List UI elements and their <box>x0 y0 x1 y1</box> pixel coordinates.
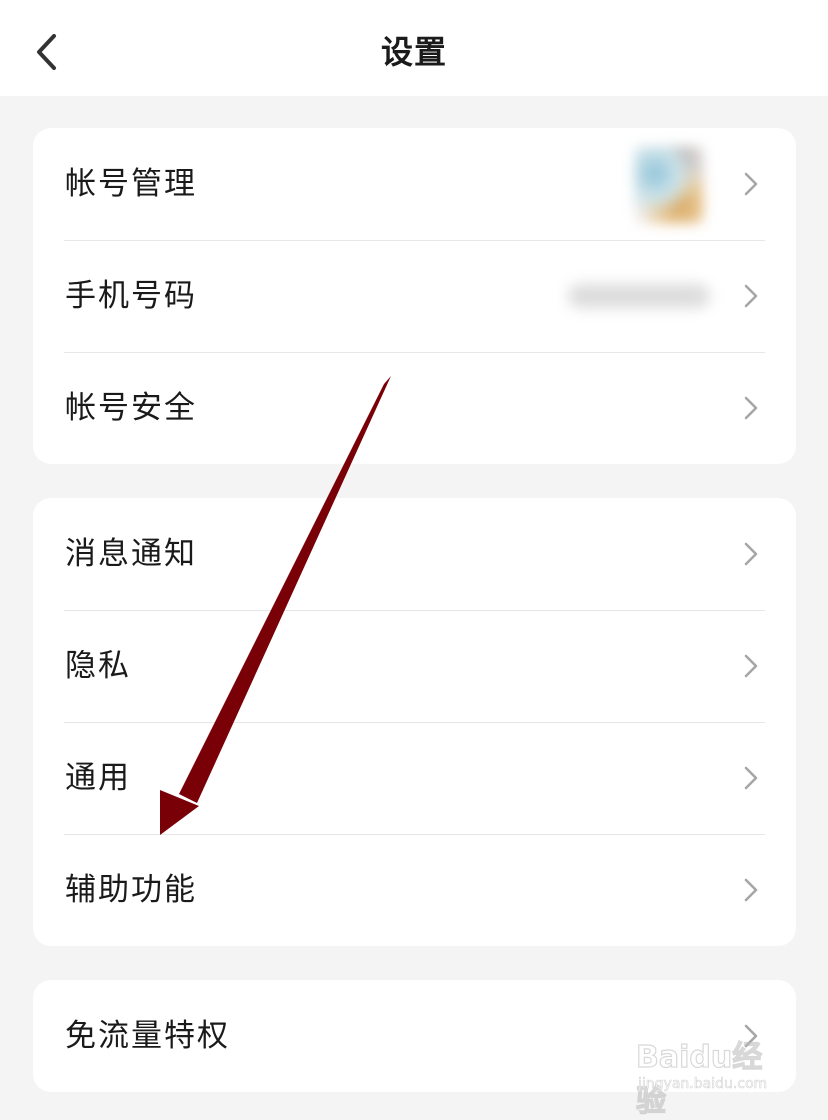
menu-item-label: 帐号管理 <box>65 166 197 202</box>
chevron-right-icon <box>744 878 758 902</box>
menu-item-label: 手机号码 <box>65 278 197 314</box>
menu-item-account-management[interactable]: 帐号管理 <box>33 128 796 240</box>
avatar <box>634 146 704 224</box>
menu-item-label: 隐私 <box>65 648 131 684</box>
menu-item-data-free-privilege[interactable]: 免流量特权 <box>33 980 796 1092</box>
chevron-right-icon <box>744 654 758 678</box>
chevron-right-icon <box>744 172 758 196</box>
menu-item-phone-number[interactable]: 手机号码 <box>33 240 796 352</box>
menu-item-label: 消息通知 <box>65 536 197 572</box>
menu-item-label: 辅助功能 <box>65 872 197 908</box>
menu-item-accessibility[interactable]: 辅助功能 <box>33 834 796 946</box>
account-settings-group: 帐号管理 手机号码 帐号安全 <box>33 128 796 464</box>
chevron-right-icon <box>744 542 758 566</box>
menu-item-account-security[interactable]: 帐号安全 <box>33 352 796 464</box>
menu-item-notifications[interactable]: 消息通知 <box>33 498 796 610</box>
menu-item-label: 帐号安全 <box>65 390 197 426</box>
chevron-right-icon <box>744 1024 758 1048</box>
menu-item-privacy[interactable]: 隐私 <box>33 610 796 722</box>
general-settings-group: 消息通知 隐私 通用 辅助功能 <box>33 498 796 946</box>
chevron-right-icon <box>744 766 758 790</box>
page-title: 设置 <box>380 33 447 71</box>
phone-number-value-blurred <box>568 284 710 308</box>
data-free-group: 免流量特权 <box>33 980 796 1092</box>
menu-item-general[interactable]: 通用 <box>33 722 796 834</box>
chevron-right-icon <box>744 284 758 308</box>
menu-item-label: 免流量特权 <box>65 1018 230 1054</box>
chevron-right-icon <box>744 396 758 420</box>
top-nav-bar: 设置 <box>0 0 828 96</box>
menu-item-label: 通用 <box>65 760 131 796</box>
